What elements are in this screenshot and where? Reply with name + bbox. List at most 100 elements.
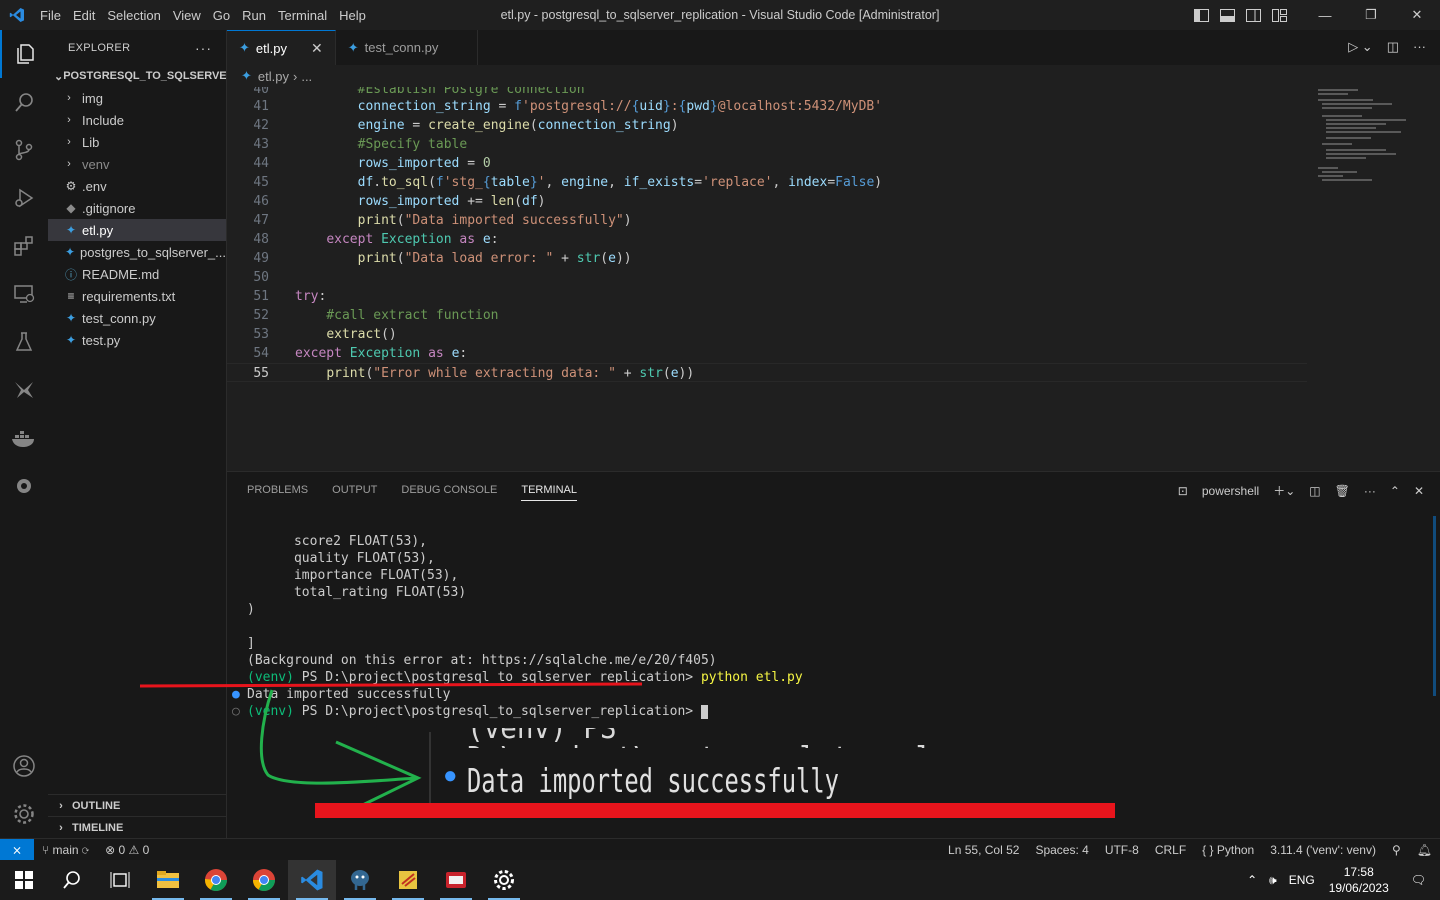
tree-folder-img[interactable]: › img (48, 87, 226, 109)
volume-icon[interactable]: 🕪︎ (1263, 873, 1283, 888)
toggle-sidebar-icon[interactable] (1188, 8, 1214, 22)
settings-taskbar-icon[interactable] (480, 860, 528, 900)
tab-etl-py[interactable]: ✦ etl.py ✕ (227, 30, 336, 65)
file-explorer-icon[interactable] (144, 860, 192, 900)
remote-indicator-icon[interactable]: ⨯ (0, 838, 34, 861)
zoom-success-dot-icon: ● (443, 762, 458, 789)
tree-file-postgres-to-sqlserver[interactable]: ✦ postgres_to_sqlserver_... (48, 241, 226, 263)
ssms-icon[interactable] (432, 860, 480, 900)
close-window-icon[interactable]: ✕ (1394, 7, 1440, 23)
menu-help[interactable]: Help (333, 8, 372, 23)
terminal-output[interactable]: score2 FLOAT(53), quality FLOAT(53), imp… (232, 516, 1397, 754)
task-view-icon[interactable] (96, 860, 144, 900)
tab-terminal[interactable]: TERMINAL (521, 484, 577, 501)
settings-gear-icon[interactable] (0, 790, 48, 838)
run-python-file-icon[interactable]: ▷ ⌄ (1348, 39, 1373, 55)
code-editor[interactable]: 40 #Establish Postgre connection 41 conn… (227, 87, 1440, 471)
cursor-position[interactable]: Ln 55, Col 52 (940, 843, 1027, 857)
tree-file-requirements[interactable]: ≡ requirements.txt (48, 285, 226, 307)
tree-file-test[interactable]: ✦ test.py (48, 329, 226, 351)
tab-output[interactable]: OUTPUT (332, 484, 377, 496)
menu-file[interactable]: File (34, 8, 67, 23)
database-extension-icon[interactable] (0, 366, 48, 414)
tree-folder-venv[interactable]: › venv (48, 153, 226, 175)
tree-file-test-conn[interactable]: ✦ test_conn.py (48, 307, 226, 329)
clock-time: 17:58 (1343, 865, 1374, 879)
tab-test-conn-py[interactable]: ✦ test_conn.py (336, 30, 478, 65)
explorer-icon[interactable] (0, 30, 48, 78)
language-mode[interactable]: { } Python (1194, 843, 1262, 857)
problems-count[interactable]: ⊗ 0 ⚠ 0 (97, 843, 157, 857)
panel-more-icon[interactable]: ··· (1364, 484, 1376, 498)
toggle-panel-icon[interactable] (1214, 8, 1240, 22)
pgadmin-icon[interactable] (336, 860, 384, 900)
taskbar-search-icon[interactable] (48, 860, 96, 900)
close-tab-icon[interactable]: ✕ (311, 40, 323, 57)
tree-file-gitignore[interactable]: ◆ .gitignore (48, 197, 226, 219)
sql-tool-icon[interactable] (384, 860, 432, 900)
action-center-icon[interactable]: 🗨︎ (1397, 873, 1440, 887)
menu-terminal[interactable]: Terminal (272, 8, 333, 23)
docker-icon[interactable] (0, 414, 48, 462)
timeline-section[interactable]: › TIMELINE (48, 816, 227, 838)
tree-file-etl[interactable]: ✦ etl.py (48, 219, 226, 241)
maximize-panel-icon[interactable]: ⌃ (1390, 484, 1400, 498)
code-line: 53 extract() (253, 327, 397, 342)
close-panel-icon[interactable]: ✕ (1414, 484, 1424, 498)
accounts-icon[interactable] (0, 742, 48, 790)
tray-chevron-up-icon[interactable]: ⌃ (1241, 873, 1263, 887)
run-debug-icon[interactable] (0, 174, 48, 222)
tab-debug-console[interactable]: DEBUG CONSOLE (401, 484, 497, 496)
split-editor-icon[interactable]: ◫ (1387, 39, 1399, 55)
text-file-icon: ≡ (67, 289, 75, 303)
extensions-icon[interactable] (0, 222, 48, 270)
tree-folder-lib[interactable]: › Lib (48, 131, 226, 153)
breadcrumb-symbol[interactable]: ... (301, 69, 312, 84)
menu-selection[interactable]: Selection (101, 8, 166, 23)
terminal-scrollbar[interactable] (1433, 516, 1436, 696)
menu-view[interactable]: View (167, 8, 207, 23)
toggle-secondary-sidebar-icon[interactable] (1240, 8, 1266, 22)
chrome-icon[interactable] (192, 860, 240, 900)
clock[interactable]: 17:58 19/06/2023 (1321, 864, 1397, 896)
chevron-right-icon: › (59, 821, 63, 834)
input-language[interactable]: ENG (1283, 873, 1321, 887)
tree-file-readme[interactable]: ⓘ README.md (48, 263, 226, 285)
testing-icon[interactable] (0, 318, 48, 366)
tree-folder-include[interactable]: › Include (48, 109, 226, 131)
search-icon[interactable] (0, 78, 48, 126)
menu-edit[interactable]: Edit (67, 8, 101, 23)
minimap[interactable] (1316, 87, 1426, 207)
editor-more-icon[interactable]: ··· (1413, 39, 1426, 55)
menu-run[interactable]: Run (236, 8, 272, 23)
git-branch[interactable]: ⑂ main ⟳ (34, 843, 97, 857)
tree-file-env[interactable]: ⚙ .env (48, 175, 226, 197)
notifications-icon[interactable]: 🔔︎ (1409, 843, 1440, 857)
remote-explorer-icon[interactable] (0, 270, 48, 318)
menu-go[interactable]: Go (207, 8, 236, 23)
chrome-profile-icon[interactable] (240, 860, 288, 900)
new-terminal-icon[interactable]: ＋⌄ (1273, 482, 1295, 499)
split-terminal-icon[interactable]: ◫ (1309, 484, 1320, 498)
kubernetes-icon[interactable] (0, 462, 48, 510)
live-share-icon[interactable]: ⚲ (1384, 843, 1409, 857)
tab-problems[interactable]: PROBLEMS (247, 484, 308, 496)
customize-layout-icon[interactable] (1266, 8, 1292, 22)
encoding[interactable]: UTF-8 (1097, 843, 1147, 857)
code-line: 46 rows_imported += len(df) (253, 194, 546, 209)
project-folder[interactable]: ⌄ POSTGRESQL_TO_SQLSERVE... (48, 65, 226, 87)
error-icon: ⊗ (105, 842, 116, 857)
outline-section[interactable]: › OUTLINE (48, 794, 227, 816)
line-ending[interactable]: CRLF (1147, 843, 1194, 857)
source-control-icon[interactable] (0, 126, 48, 174)
restore-icon[interactable]: ❐ (1348, 7, 1394, 23)
terminal-shell-name[interactable]: powershell (1202, 484, 1259, 498)
vscode-taskbar-icon[interactable] (288, 860, 336, 900)
indentation[interactable]: Spaces: 4 (1027, 843, 1096, 857)
breadcrumb-file[interactable]: etl.py (258, 69, 289, 84)
python-interpreter[interactable]: 3.11.4 ('venv': venv) (1262, 843, 1384, 857)
windows-start-icon[interactable] (0, 860, 48, 900)
kill-terminal-icon[interactable]: 🗑 (1335, 484, 1350, 498)
minimize-icon[interactable]: — (1302, 8, 1348, 23)
more-actions-icon[interactable]: ··· (195, 40, 212, 56)
